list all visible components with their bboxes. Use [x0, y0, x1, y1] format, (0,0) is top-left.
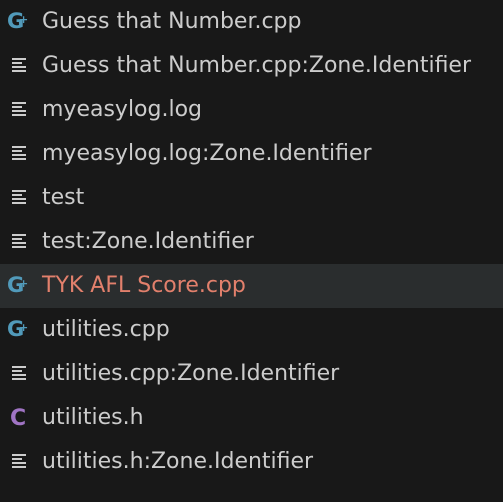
file-item[interactable]: myeasylog.log:Zone.Identifier	[0, 132, 503, 176]
file-name: myeasylog.log	[42, 97, 203, 122]
file-name: myeasylog.log:Zone.Identifier	[42, 141, 372, 166]
text-file-icon	[6, 140, 32, 166]
text-file-icon	[6, 448, 32, 474]
file-item[interactable]: myeasylog.log	[0, 88, 503, 132]
file-name: Guess that Number.cpp	[42, 9, 302, 34]
text-file-icon	[6, 52, 32, 78]
file-name: test	[42, 185, 85, 210]
file-item[interactable]: G + Guess that Number.cpp	[0, 0, 503, 44]
svg-text:C: C	[10, 406, 26, 430]
file-item[interactable]: test:Zone.Identifier	[0, 220, 503, 264]
cpp-icon: G +	[6, 316, 32, 342]
svg-text:+: +	[19, 277, 28, 290]
svg-text:+: +	[19, 321, 28, 334]
cpp-icon: G +	[6, 8, 32, 34]
file-name: TYK AFL Score.cpp	[42, 273, 246, 298]
file-item[interactable]: test	[0, 176, 503, 220]
file-name: utilities.h:Zone.Identifier	[42, 449, 314, 474]
svg-text:+: +	[19, 13, 28, 26]
cpp-icon: G +	[6, 272, 32, 298]
file-name: test:Zone.Identifier	[42, 229, 254, 254]
text-file-icon	[6, 96, 32, 122]
file-item[interactable]: G + TYK AFL Score.cpp	[0, 264, 503, 308]
c-header-icon: C	[6, 404, 32, 430]
file-name: Guess that Number.cpp:Zone.Identifier	[42, 53, 472, 78]
file-item[interactable]: Cutilities.h	[0, 396, 503, 440]
file-name: utilities.cpp:Zone.Identifier	[42, 361, 340, 386]
file-item[interactable]: Guess that Number.cpp:Zone.Identifier	[0, 44, 503, 88]
file-name: utilities.cpp	[42, 317, 170, 342]
file-explorer: G + Guess that Number.cpp Guess that Number…	[0, 0, 503, 502]
file-item[interactable]: utilities.cpp:Zone.Identifier	[0, 352, 503, 396]
text-file-icon	[6, 360, 32, 386]
file-item[interactable]: utilities.h:Zone.Identifier	[0, 440, 503, 484]
text-file-icon	[6, 228, 32, 254]
text-file-icon	[6, 184, 32, 210]
file-item[interactable]: G + utilities.cpp	[0, 308, 503, 352]
file-name: utilities.h	[42, 405, 144, 430]
